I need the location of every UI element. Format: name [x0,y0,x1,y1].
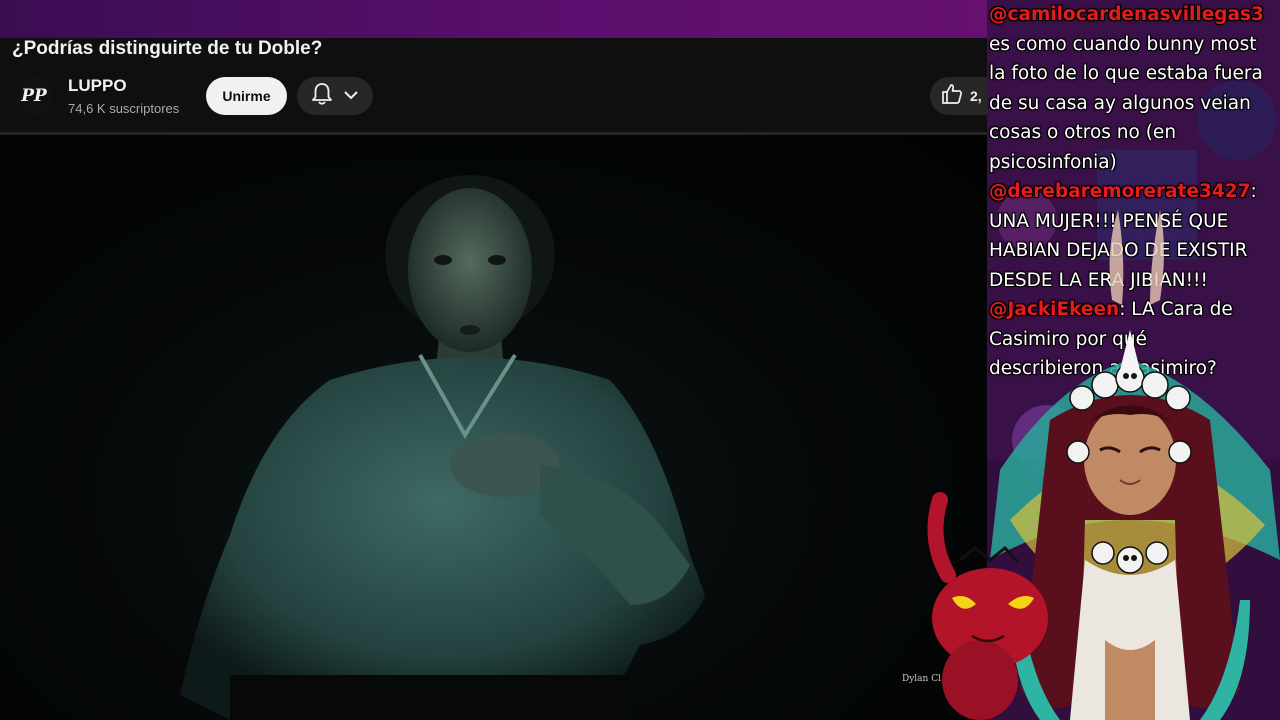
chat-text: es como cuando bunny most [989,33,1257,55]
video-credit: Dylan Cl... [902,674,950,684]
bell-icon [311,82,333,111]
subscriber-count: 74,6 K suscriptores [68,101,180,116]
chat-text: Casimiro por qué [989,328,1147,350]
chat-line: @JackiEkeen: LA Cara de [989,295,1279,325]
video-title: ¿Podrías distinguirte de tu Doble? [12,38,323,59]
chat-text: : [1250,181,1257,202]
chat-line: UNA MUJER!!! PENSÉ QUE [989,207,1279,237]
chat-line: @camilocardenasvillegas3 [989,0,1279,30]
chat-text: HABIAN DEJADO DE EXISTIR [989,240,1248,261]
chat-line: describieron a Casimiro? [989,354,1279,384]
chat-line: DESDE LA ERA JIBIAN!!! [989,266,1279,296]
notifications-button[interactable] [297,77,373,115]
chat-text: psicosinfonia) [989,151,1117,173]
chat-username: @JackiEkeen [989,299,1120,320]
channel-avatar[interactable]: PP [14,76,54,116]
chat-text: : LA Cara de [1119,299,1233,320]
chat-line: HABIAN DEJADO DE EXISTIR [989,236,1279,266]
chat-line: @derebaremorerate3427: [989,177,1279,207]
channel-name[interactable]: LUPPO [68,76,127,96]
chevron-down-icon [343,87,359,105]
thumbs-up-icon [940,82,964,111]
chat-username: @camilocardenasvillegas3 [989,4,1264,25]
join-button[interactable]: Unirme [206,77,287,115]
chat-text: la foto de lo que estaba fuera [989,63,1263,84]
video-player[interactable]: Dylan Cl... [0,135,987,720]
chat-line: es como cuando bunny most [989,30,1279,60]
chat-line: Casimiro por qué [989,325,1279,355]
chat-text: cosas o otros no (en [989,122,1177,143]
chat-line: de su casa ay algunos veian [989,89,1279,119]
like-count: 2, [970,88,982,104]
chat-line: psicosinfonia) [989,148,1279,178]
chat-messages: @camilocardenasvillegas3 es como cuando … [989,0,1279,384]
chat-text: describieron a Casimiro? [989,358,1217,379]
youtube-video-header: ¿Podrías distinguirte de tu Doble? PP LU… [0,38,1010,135]
chat-username: @derebaremorerate3427 [989,181,1251,202]
chat-line: la foto de lo que estaba fuera [989,59,1279,89]
chat-text: de su casa ay algunos veian [989,92,1251,114]
channel-avatar-text: PP [21,86,47,106]
chat-line: cosas o otros no (en [989,118,1279,148]
video-frame-image [180,175,705,720]
chat-text: DESDE LA ERA JIBIAN!!! [989,269,1208,291]
stream-chat-panel: @camilocardenasvillegas3 es como cuando … [987,0,1280,720]
chat-text: UNA MUJER!!! PENSÉ QUE [989,210,1229,232]
